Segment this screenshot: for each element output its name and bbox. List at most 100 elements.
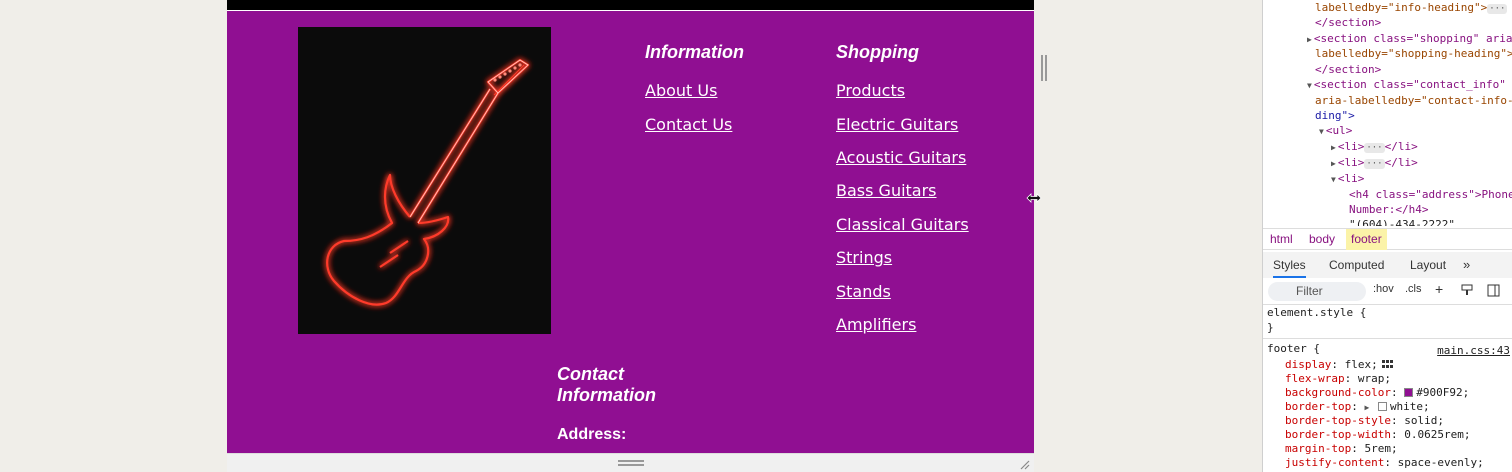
paint-icon[interactable] [1461,284,1473,297]
dom-text: <ul> [1325,124,1353,137]
css-prop[interactable]: background-color [1285,386,1391,399]
css-value[interactable]: #900F92; [1416,386,1469,399]
flex-editor-icon[interactable] [1381,359,1395,369]
dom-node[interactable]: <h4 class="address">Phone [1349,187,1512,202]
dom-text: <section class="contact_info" [1313,78,1506,91]
dom-node[interactable]: ▼ <ul> [1319,123,1352,139]
address-label: Address: [557,426,627,443]
collapse-triangle-icon[interactable]: ▼ [1319,127,1324,136]
dom-node[interactable]: "(604)-434-2222" [1349,217,1455,226]
css-prop[interactable]: border-top-width [1285,428,1391,441]
collapse-triangle-icon[interactable]: ▼ [1331,175,1336,184]
corner-resize-icon[interactable] [1018,458,1030,470]
dom-node[interactable]: ▼ <section class="contact_info" [1307,77,1506,93]
css-prop[interactable]: border-top [1285,400,1351,413]
breadcrumb-body[interactable]: body [1304,229,1340,250]
amplifiers-link[interactable]: Amplifiers [836,316,916,334]
element-style-selector[interactable]: element.style { [1267,306,1366,320]
dom-node[interactable]: </section> [1315,62,1381,77]
css-value[interactable]: white; [1390,400,1430,413]
devtools-panel: labelledby="info-heading"> ··· </section>… [1262,0,1512,472]
dom-node[interactable]: ▼ <li> [1331,171,1364,187]
bass-guitars-link[interactable]: Bass Guitars [836,182,937,200]
css-declaration[interactable]: display: flex; [1285,358,1395,372]
dom-node[interactable]: Number:</h4> [1349,202,1428,217]
css-value[interactable]: 0.0625rem; [1404,428,1470,441]
css-declaration[interactable]: border-top-width: 0.0625rem; [1285,428,1470,442]
css-declaration[interactable]: justify-content: space-evenly; [1285,456,1484,470]
color-swatch[interactable] [1377,402,1387,411]
css-declaration[interactable]: background-color: #900F92; [1285,386,1469,400]
ellipsis-icon[interactable]: ··· [1364,159,1385,169]
contact-us-link[interactable]: Contact Us [645,116,732,134]
tab-styles[interactable]: Styles [1273,252,1306,278]
css-declaration[interactable]: margin-top: 5rem; [1285,442,1398,456]
dom-node[interactable]: </section> [1315,15,1381,30]
dom-node[interactable]: ▶ <section class="shopping" aria- [1307,31,1512,47]
dom-node[interactable]: labelledby="info-heading"> ··· [1315,0,1508,15]
breadcrumb-html[interactable]: html [1265,229,1298,250]
cls-toggle[interactable]: .cls [1405,283,1422,295]
breadcrumb-footer[interactable]: footer [1346,229,1387,250]
footer-rule-selector[interactable]: footer { [1267,342,1320,356]
hov-toggle[interactable]: :hov [1373,283,1394,295]
strings-link[interactable]: Strings [836,249,892,267]
new-rule-plus-icon[interactable]: + [1435,281,1443,297]
expand-triangle-icon[interactable]: ▶ [1307,35,1312,44]
dom-text: <li> [1337,140,1365,153]
dom-node[interactable]: ▶ <li> ··· </li> [1331,139,1418,155]
dom-node[interactable]: aria-labelledby="contact-info- [1315,93,1512,108]
acoustic-guitars-link[interactable]: Acoustic Guitars [836,149,966,167]
color-swatch[interactable] [1404,388,1414,397]
css-prop[interactable]: display [1285,358,1331,371]
dom-node[interactable]: ding"> [1315,108,1355,123]
css-declaration[interactable]: border-top: ▶ white; [1285,400,1430,415]
tab-computed[interactable]: Computed [1329,252,1384,278]
vertical-resize-handle[interactable] [618,460,644,466]
dom-text: labelledby="info-heading"> [1315,1,1488,14]
electric-guitars-link[interactable]: Electric Guitars [836,116,958,134]
page-viewport: Information About Us Contact Us Shopping… [227,0,1034,453]
breadcrumb: html body footer [1263,228,1512,250]
horizontal-resize-handle[interactable] [1041,55,1047,81]
ellipsis-icon[interactable]: ··· [1487,4,1508,14]
css-value[interactable]: 5rem; [1364,442,1397,455]
dom-node[interactable]: ▶ <li> ··· </li> [1331,155,1418,171]
sidebar-toggle-icon[interactable] [1487,284,1500,297]
dom-text: <section class="shopping" aria- [1313,32,1512,45]
dom-node[interactable]: labelledby="shopping-heading">··· [1315,46,1512,61]
styles-pane: element.style { } footer { main.css:43 d… [1263,305,1512,472]
about-us-link[interactable]: About Us [645,82,717,100]
css-value[interactable]: flex; [1345,358,1378,371]
dom-text: <li> [1337,172,1365,185]
tab-layout[interactable]: Layout [1410,252,1446,278]
css-value[interactable]: solid; [1404,414,1444,427]
css-prop[interactable]: flex-wrap [1285,372,1345,385]
classical-guitars-link[interactable]: Classical Guitars [836,216,969,234]
ellipsis-icon[interactable]: ··· [1364,143,1385,153]
css-declaration[interactable]: flex-wrap: wrap; [1285,372,1391,386]
expand-triangle-icon[interactable]: ▶ [1364,403,1369,412]
css-value[interactable]: space-evenly; [1398,456,1484,469]
css-prop[interactable]: justify-content [1285,456,1384,469]
stands-link[interactable]: Stands [836,283,891,301]
contact-heading-line-2: Information [557,385,656,405]
footer-border-top [227,10,1034,11]
css-declaration[interactable]: border-top-style: solid; [1285,414,1444,428]
contact-information-heading: Contact Information [557,364,697,406]
dom-text: labelledby="shopping-heading"> [1315,47,1512,60]
expand-triangle-icon[interactable]: ▶ [1331,159,1336,168]
rule-source-link[interactable]: main.css:43 [1437,344,1510,358]
dom-text: <li> [1337,156,1365,169]
expand-triangle-icon[interactable]: ▶ [1331,143,1336,152]
css-prop[interactable]: border-top-style [1285,414,1391,427]
filter-input[interactable]: Filter [1268,282,1366,301]
css-value[interactable]: wrap; [1358,372,1391,385]
contact-heading-line-1: Contact [557,364,624,384]
css-prop[interactable]: margin-top [1285,442,1351,455]
more-tabs-icon[interactable]: » [1463,252,1470,278]
products-link[interactable]: Products [836,82,905,100]
collapse-triangle-icon[interactable]: ▼ [1307,81,1312,90]
rule-divider [1263,338,1512,339]
resize-cursor-icon [1026,193,1042,203]
